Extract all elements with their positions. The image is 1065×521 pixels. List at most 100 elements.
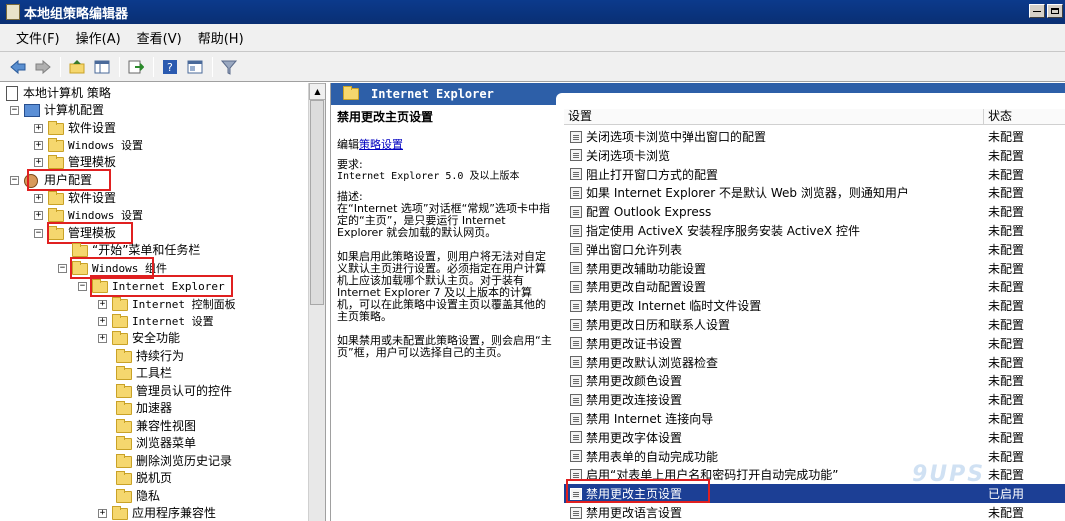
menu-help[interactable]: 帮助(H) bbox=[190, 26, 252, 49]
expand-icon[interactable]: + bbox=[34, 211, 43, 220]
tree-item-ie-child[interactable]: 管理员认可的控件 bbox=[116, 383, 232, 400]
expand-icon[interactable]: + bbox=[98, 334, 107, 343]
menu-action[interactable]: 操作(A) bbox=[68, 26, 129, 49]
table-row[interactable]: 禁用更改字体设置 未配置 bbox=[564, 428, 1065, 447]
tree-item-ie-child[interactable]: 工具栏 bbox=[116, 365, 172, 382]
table-row[interactable]: 指定使用 ActiveX 安装程序服务安装 ActiveX 控件 未配置 bbox=[564, 221, 1065, 240]
settings-list: 设置 状态 关闭选项卡浏览中弹出窗口的配置 未配置 关闭选项卡浏览 未配置 阻止打开窗口… bbox=[564, 109, 1065, 521]
scroll-up-icon[interactable]: ▲ bbox=[309, 83, 325, 100]
tree-item-software-settings[interactable]: + 软件设置 bbox=[34, 120, 116, 137]
table-row[interactable]: 禁用更改日历和联系人设置 未配置 bbox=[564, 315, 1065, 334]
table-row[interactable]: 阻止打开窗口方式的配置 未配置 bbox=[564, 165, 1065, 184]
edit-policy-link[interactable]: 策略设置 bbox=[359, 138, 403, 151]
policy-document-icon bbox=[6, 86, 18, 101]
table-row[interactable]: 禁用 Internet 连接向导 未配置 bbox=[564, 409, 1065, 428]
table-row[interactable]: 禁用更改 Internet 临时文件设置 未配置 bbox=[564, 296, 1065, 315]
collapse-icon[interactable]: − bbox=[10, 176, 19, 185]
tree-label: 软件设置 bbox=[68, 191, 117, 205]
table-row[interactable]: 关闭选项卡浏览 未配置 bbox=[564, 146, 1065, 165]
table-row[interactable]: 配置 Outlook Express 未配置 bbox=[564, 202, 1065, 221]
folder-icon bbox=[48, 137, 64, 152]
tree-item-ie-child[interactable]: 兼容性视图 bbox=[116, 418, 196, 435]
table-row[interactable]: 禁用更改证书设置 未配置 bbox=[564, 334, 1065, 353]
table-row[interactable]: 关闭选项卡浏览中弹出窗口的配置 未配置 bbox=[564, 127, 1065, 146]
expand-icon[interactable]: + bbox=[98, 300, 107, 309]
list-header: 设置 状态 bbox=[564, 109, 1065, 125]
setting-cell: 禁用更改连接设置 bbox=[564, 391, 984, 408]
tree-item-ie-child[interactable]: 持续行为 bbox=[116, 348, 184, 365]
folder-icon bbox=[112, 296, 128, 311]
collapse-icon[interactable]: − bbox=[10, 106, 19, 115]
expand-icon[interactable]: + bbox=[98, 317, 107, 326]
export-icon[interactable] bbox=[126, 57, 146, 77]
tree-item-computer-config[interactable]: − 计算机配置 bbox=[10, 102, 104, 119]
tree-item-ie-child[interactable]: 浏览器菜单 bbox=[116, 435, 196, 452]
properties-icon[interactable] bbox=[185, 57, 205, 77]
menu-view[interactable]: 查看(V) bbox=[129, 26, 190, 49]
tree-item-windows-settings[interactable]: + Windows 设置 bbox=[34, 137, 143, 154]
table-row[interactable]: 禁用更改颜色设置 未配置 bbox=[564, 371, 1065, 390]
setting-cell: 禁用更改 Internet 临时文件设置 bbox=[564, 297, 984, 314]
policy-setting-icon bbox=[570, 356, 582, 369]
maximize-button[interactable] bbox=[1047, 4, 1063, 18]
details-header: Internet Explorer bbox=[331, 83, 556, 105]
tree-item-ie-child[interactable]: 隐私 bbox=[116, 488, 160, 505]
setting-cell: 关闭选项卡浏览中弹出窗口的配置 bbox=[564, 128, 984, 145]
folder-icon bbox=[48, 154, 64, 169]
collapse-icon[interactable]: − bbox=[34, 229, 43, 238]
highlight-box bbox=[90, 275, 233, 297]
column-header-status[interactable]: 状态 bbox=[984, 109, 1065, 125]
status-cell: 未配置 bbox=[988, 280, 1025, 295]
collapse-icon[interactable]: − bbox=[78, 282, 87, 291]
table-row[interactable]: 禁用更改自动配置设置 未配置 bbox=[564, 277, 1065, 296]
table-row[interactable]: 禁用更改连接设置 未配置 bbox=[564, 390, 1065, 409]
table-row[interactable]: 禁用更改辅助功能设置 未配置 bbox=[564, 259, 1065, 278]
folder-icon bbox=[116, 418, 132, 433]
forward-icon[interactable] bbox=[33, 57, 53, 77]
policy-setting-icon bbox=[570, 506, 582, 519]
tree-label: 脱机页 bbox=[136, 471, 173, 485]
setting-cell: 指定使用 ActiveX 安装程序服务安装 ActiveX 控件 bbox=[564, 222, 984, 239]
tree-item-ie-child[interactable]: + 安全功能 bbox=[98, 330, 180, 347]
scroll-thumb[interactable] bbox=[310, 100, 324, 305]
tree-item-ie-child[interactable]: 脱机页 bbox=[116, 470, 172, 487]
tree-label: Internet 控制面板 bbox=[132, 298, 236, 311]
expand-icon[interactable]: + bbox=[34, 158, 43, 167]
up-folder-icon[interactable] bbox=[67, 57, 87, 77]
tree-item-ie-child[interactable]: + Internet 设置 bbox=[98, 313, 214, 330]
table-row[interactable]: 禁用更改默认浏览器检查 未配置 bbox=[564, 353, 1065, 372]
tree-label: 删除浏览历史记录 bbox=[136, 454, 233, 468]
tree-item-ie-child[interactable]: 删除浏览历史记录 bbox=[116, 453, 232, 470]
tree-item-ie-child[interactable]: + Internet 控制面板 bbox=[98, 296, 236, 313]
help-icon[interactable]: ? bbox=[160, 57, 180, 77]
policy-setting-icon bbox=[570, 243, 582, 256]
expand-icon[interactable]: + bbox=[34, 141, 43, 150]
expand-icon[interactable]: + bbox=[34, 194, 43, 203]
status-cell: 未配置 bbox=[988, 468, 1025, 483]
column-header-setting[interactable]: 设置 bbox=[564, 109, 984, 125]
tree-label: 浏览器菜单 bbox=[136, 436, 197, 450]
tree-label: 软件设置 bbox=[68, 121, 117, 135]
table-row[interactable]: 弹出窗口允许列表 未配置 bbox=[564, 240, 1065, 259]
svg-text:?: ? bbox=[167, 61, 173, 74]
menu-file[interactable]: 文件(F) bbox=[8, 26, 68, 49]
tree-scrollbar[interactable]: ▲ bbox=[308, 83, 325, 521]
tree-item-ie-child[interactable]: 加速器 bbox=[116, 400, 172, 417]
tree-item-root[interactable]: 本地计算机 策略 bbox=[6, 85, 111, 102]
show-hide-tree-icon[interactable] bbox=[92, 57, 112, 77]
table-row[interactable]: 如果 Internet Explorer 不是默认 Web 浏览器，则通知用户 未… bbox=[564, 183, 1065, 202]
collapse-icon[interactable]: − bbox=[58, 264, 67, 273]
expand-icon[interactable]: + bbox=[34, 124, 43, 133]
requirements-text: Internet Explorer 5.0 及以上版本 bbox=[337, 171, 520, 182]
tree-item-ie-child[interactable]: + 应用程序兼容性 bbox=[98, 505, 216, 521]
setting-cell: 禁用更改字体设置 bbox=[564, 429, 984, 446]
minimize-button[interactable] bbox=[1029, 4, 1045, 18]
tree-item-user-software-settings[interactable]: + 软件设置 bbox=[34, 190, 116, 207]
back-icon[interactable] bbox=[8, 57, 28, 77]
folder-icon bbox=[116, 488, 132, 503]
table-row[interactable]: 禁用表单的自动完成功能 未配置 bbox=[564, 447, 1065, 466]
filter-icon[interactable] bbox=[219, 57, 239, 77]
expand-icon[interactable]: + bbox=[98, 509, 107, 518]
tree-label: 应用程序兼容性 bbox=[132, 506, 217, 520]
table-row[interactable]: 禁用更改语言设置 未配置 bbox=[564, 503, 1065, 521]
